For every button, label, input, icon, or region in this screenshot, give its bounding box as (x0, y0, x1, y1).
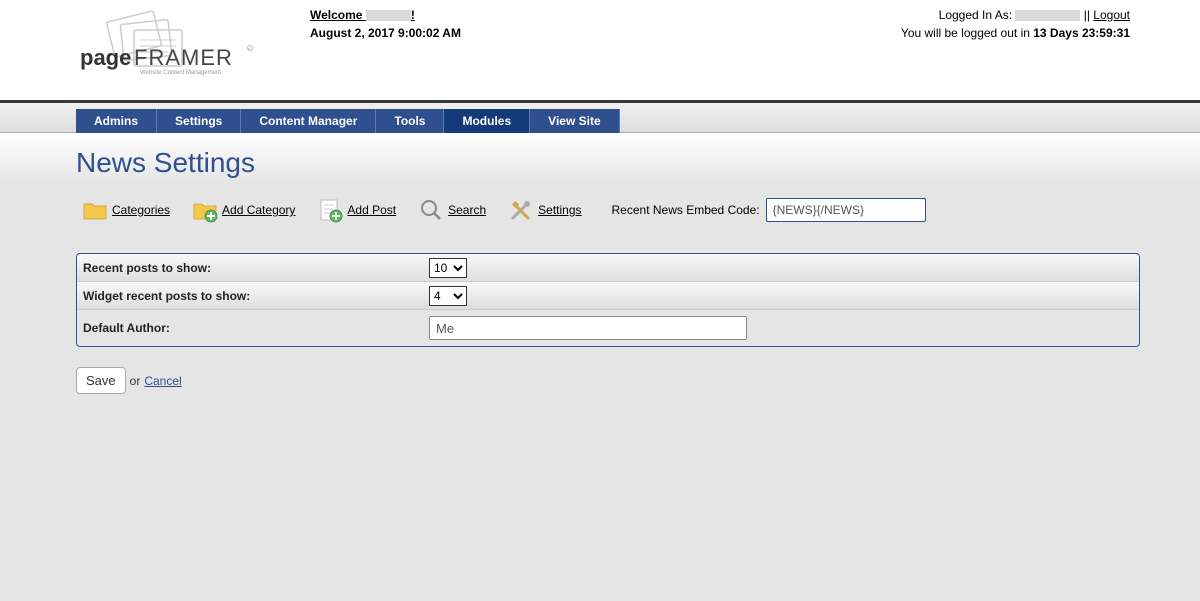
embed-code-input[interactable] (766, 198, 926, 222)
logged-in-username (1015, 10, 1080, 21)
settings-panel: Recent posts to show: 10 Widget recent p… (76, 253, 1140, 347)
logout-countdown-line: You will be logged out in 13 Days 23:59:… (901, 26, 1130, 40)
svg-text:page: page (80, 45, 131, 70)
tool-settings[interactable]: Settings (508, 197, 581, 223)
row-recent-posts: Recent posts to show: 10 (77, 254, 1139, 282)
folder-plus-icon (192, 197, 218, 223)
welcome-line: Welcome ! (310, 8, 901, 22)
recent-posts-select[interactable]: 10 (429, 258, 467, 278)
widget-posts-select[interactable]: 4 (429, 286, 467, 306)
tool-add-category-label: Add Category (222, 203, 295, 217)
welcome-prefix: Welcome (310, 8, 366, 22)
content-area: News Settings Categories Add Category (0, 133, 1200, 434)
tool-search-label: Search (448, 203, 486, 217)
tool-categories[interactable]: Categories (82, 197, 170, 223)
tool-settings-label: Settings (538, 203, 581, 217)
or-text: or (130, 374, 141, 388)
header-bar: page FRAMER R Website Content Management… (0, 0, 1200, 100)
tool-add-post-label: Add Post (347, 203, 396, 217)
tool-search[interactable]: Search (418, 197, 486, 223)
tool-add-category[interactable]: Add Category (192, 197, 295, 223)
recent-posts-label: Recent posts to show: (77, 261, 427, 275)
widget-posts-label: Widget recent posts to show: (77, 289, 427, 303)
logged-in-line: Logged In As: || Logout (901, 8, 1130, 22)
logo: page FRAMER R Website Content Management (80, 0, 310, 100)
action-row: Save or Cancel (76, 367, 1140, 394)
cancel-link[interactable]: Cancel (144, 374, 181, 388)
default-author-label: Default Author: (77, 321, 427, 335)
welcome-area: Welcome ! August 2, 2017 9:00:02 AM (310, 0, 901, 100)
logout-countdown: 13 Days 23:59:31 (1033, 26, 1130, 40)
logout-warning-prefix: You will be logged out in (901, 26, 1033, 40)
page-plus-icon (317, 197, 343, 223)
date-line: August 2, 2017 9:00:02 AM (310, 26, 901, 40)
separator: || (1080, 8, 1093, 22)
nav-view-site[interactable]: View Site (530, 109, 619, 133)
welcome-username (366, 10, 411, 21)
tool-add-post[interactable]: Add Post (317, 197, 396, 223)
search-icon (418, 197, 444, 223)
nav-content-manager[interactable]: Content Manager (241, 109, 376, 133)
nav-tools[interactable]: Tools (376, 109, 444, 133)
save-button[interactable]: Save (76, 367, 126, 394)
page-title: News Settings (76, 141, 1140, 197)
logged-in-prefix: Logged In As: (939, 8, 1016, 22)
nav-settings[interactable]: Settings (157, 109, 241, 133)
row-default-author: Default Author: (77, 310, 1139, 346)
embed-area: Recent News Embed Code: (612, 198, 926, 222)
logout-link[interactable]: Logout (1093, 8, 1130, 22)
pageframer-logo: page FRAMER R Website Content Management (80, 10, 260, 90)
svg-text:FRAMER: FRAMER (134, 45, 233, 70)
tool-categories-label: Categories (112, 203, 170, 217)
row-widget-posts: Widget recent posts to show: 4 (77, 282, 1139, 310)
nav-admins[interactable]: Admins (76, 109, 157, 133)
nav-modules[interactable]: Modules (444, 109, 530, 133)
main-nav: Admins Settings Content Manager Tools Mo… (0, 103, 1200, 133)
toolbar: Categories Add Category Add Post (76, 197, 1140, 223)
tools-icon (508, 197, 534, 223)
default-author-input[interactable] (429, 316, 747, 340)
svg-text:Website Content Management: Website Content Management (140, 70, 221, 76)
header-right: Logged In As: || Logout You will be logg… (901, 0, 1130, 100)
embed-label: Recent News Embed Code: (612, 203, 760, 217)
folder-icon (82, 197, 108, 223)
welcome-suffix: ! (411, 8, 415, 22)
